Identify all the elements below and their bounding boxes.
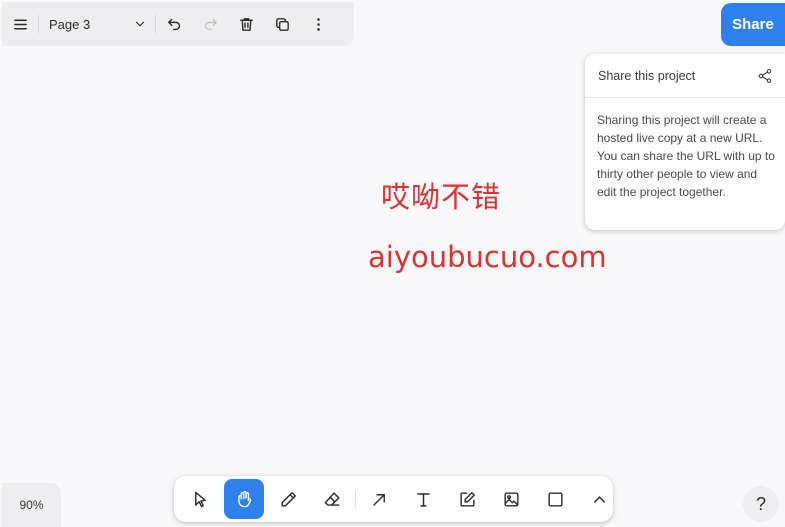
canvas-text-chinese[interactable]: 哎呦不错 xyxy=(381,174,501,216)
tool-arrow[interactable] xyxy=(359,479,399,519)
delete-button[interactable] xyxy=(228,6,264,42)
hand-icon xyxy=(237,490,251,507)
chevron-up-icon xyxy=(593,495,605,503)
text-icon xyxy=(416,492,430,507)
share-popover-header: Share this project xyxy=(585,54,785,98)
share-popover-description: Sharing this project will create a hoste… xyxy=(597,113,775,199)
tool-note[interactable] xyxy=(447,479,487,519)
more-options-button[interactable] xyxy=(300,6,336,42)
menu-icon xyxy=(13,19,27,29)
page-select-dropdown[interactable]: Page 3 xyxy=(39,9,155,39)
rectangle-icon xyxy=(547,491,563,507)
note-edit-icon xyxy=(459,491,475,507)
tool-rectangle[interactable] xyxy=(535,479,575,519)
trash-icon xyxy=(239,17,253,31)
redo-icon xyxy=(204,18,217,30)
duplicate-button[interactable] xyxy=(264,6,300,42)
undo-icon xyxy=(167,18,180,30)
chevron-down-icon xyxy=(135,21,145,27)
main-menu-button[interactable] xyxy=(2,6,38,42)
toolbar-divider xyxy=(355,490,356,508)
duplicate-icon xyxy=(275,17,289,31)
share-nodes-icon[interactable] xyxy=(757,68,773,84)
share-popover: Share this project Sharing this project … xyxy=(585,54,785,230)
pencil-icon xyxy=(280,491,296,507)
more-vertical-icon xyxy=(316,17,320,31)
redo-button[interactable] xyxy=(192,6,228,42)
image-icon xyxy=(503,491,519,507)
tool-hand[interactable] xyxy=(224,479,264,519)
zoom-level-button[interactable]: 90% xyxy=(2,483,61,527)
undo-button[interactable] xyxy=(156,6,192,42)
share-popover-title: Share this project xyxy=(598,68,696,83)
page-name: Page 3 xyxy=(49,16,91,32)
arrow-icon xyxy=(372,493,385,506)
bottom-toolbar xyxy=(174,476,613,522)
eraser-icon xyxy=(324,491,340,506)
tool-more[interactable] xyxy=(579,479,619,519)
canvas-text-url[interactable]: aiyoubucuo.com xyxy=(368,240,607,274)
tool-text[interactable] xyxy=(403,479,443,519)
tool-select[interactable] xyxy=(180,479,220,519)
tool-draw[interactable] xyxy=(268,479,308,519)
help-button[interactable]: ? xyxy=(743,486,779,522)
tool-eraser[interactable] xyxy=(312,479,352,519)
share-button[interactable]: Share xyxy=(721,3,785,46)
tool-asset[interactable] xyxy=(491,479,531,519)
cursor-icon xyxy=(194,491,206,507)
top-menu-panel: Page 3 xyxy=(2,2,354,46)
